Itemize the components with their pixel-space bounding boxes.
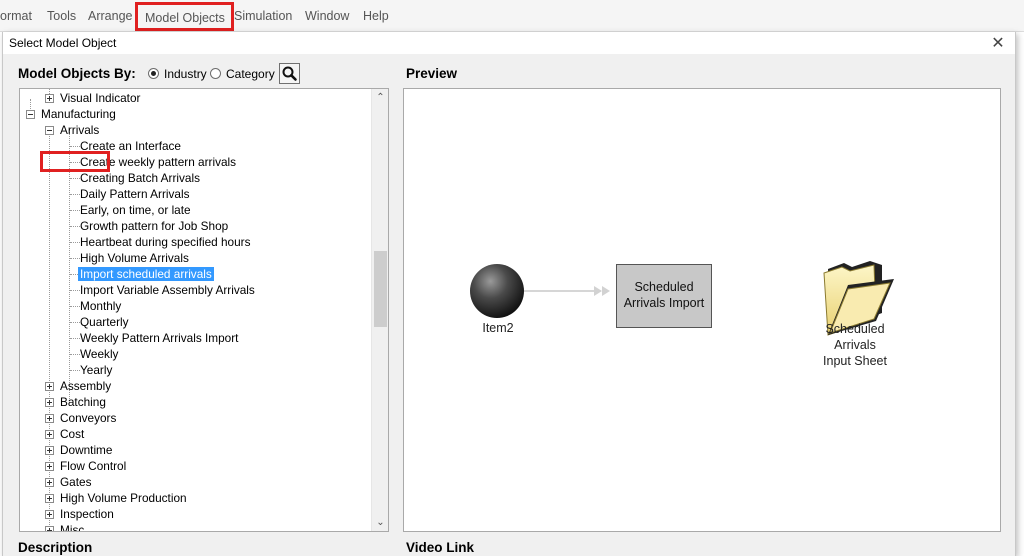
model-object-tree[interactable]: Visual Indicator Manufacturing Arrivals … <box>19 88 389 532</box>
tree-item-arrival-selected[interactable]: Import scheduled arrivals <box>78 266 214 282</box>
expand-batching-icon[interactable] <box>45 398 54 407</box>
menu-bar: ormat Tools Arrange Model Objects Simula… <box>0 0 1024 32</box>
expand-gates-icon[interactable] <box>45 478 54 487</box>
tree-connector <box>70 290 80 291</box>
collapse-manufacturing-icon[interactable] <box>26 110 35 119</box>
tree-item-arrival[interactable]: Monthly <box>80 298 121 314</box>
expand-cost-icon[interactable] <box>45 430 54 439</box>
menu-window[interactable]: Window <box>305 9 349 23</box>
scroll-thumb[interactable] <box>374 251 387 327</box>
collapse-arrivals-icon[interactable] <box>45 126 54 135</box>
tree-connector <box>70 354 80 355</box>
tree-item-gates[interactable]: Gates <box>60 474 91 490</box>
scheduled-arrivals-import-label: Scheduled Arrivals Import <box>617 279 711 311</box>
folder-label-line1: Scheduled <box>825 322 885 336</box>
arrivals-highlight-box <box>40 151 110 172</box>
search-icon <box>282 66 297 81</box>
menu-help[interactable]: Help <box>363 9 389 23</box>
tree-item-high-volume-production[interactable]: High Volume Production <box>60 490 187 506</box>
tree-item-arrival[interactable]: Early, on time, or late <box>80 202 191 218</box>
item2-label: Item2 <box>482 321 514 335</box>
search-button[interactable] <box>279 63 300 84</box>
category-radio-label[interactable]: Category <box>226 67 275 81</box>
scroll-down-icon[interactable]: ⌄ <box>372 514 388 531</box>
tree-connector <box>70 178 80 179</box>
model-objects-by-label: Model Objects By: <box>18 66 136 81</box>
dialog-titlebar: Select Model Object ✕ <box>3 32 1015 54</box>
tree-connector <box>70 194 80 195</box>
expand-assembly-icon[interactable] <box>45 382 54 391</box>
tree-connector <box>70 210 80 211</box>
tree-item-manufacturing[interactable]: Manufacturing <box>41 106 116 122</box>
tree-item-conveyors[interactable]: Conveyors <box>60 410 116 426</box>
scheduled-arrivals-import-block[interactable]: Scheduled Arrivals Import <box>616 264 712 328</box>
menu-model-objects[interactable]: Model Objects <box>135 2 234 31</box>
preview-heading: Preview <box>406 66 458 81</box>
select-model-object-dialog: Select Model Object ✕ Model Objects By: … <box>2 32 1016 556</box>
menu-format[interactable]: ormat <box>0 9 32 23</box>
video-link-heading: Video Link <box>406 540 475 555</box>
menu-tools[interactable]: Tools <box>47 9 76 23</box>
tree-item-flow-control[interactable]: Flow Control <box>60 458 126 474</box>
tree-item-arrival[interactable]: Daily Pattern Arrivals <box>80 186 189 202</box>
tree-connector <box>70 338 80 339</box>
tree-connector <box>70 258 80 259</box>
close-icon[interactable]: ✕ <box>989 33 1007 53</box>
tree-item-arrival[interactable]: Weekly <box>80 346 118 362</box>
tree-item-arrival[interactable]: Growth pattern for Job Shop <box>80 218 228 234</box>
tree-item-assembly[interactable]: Assembly <box>60 378 111 394</box>
tree-item-arrivals[interactable]: Arrivals <box>60 122 99 138</box>
tree-item-batching[interactable]: Batching <box>60 394 106 410</box>
tree-connector <box>70 146 80 147</box>
tree-item-arrival[interactable]: Yearly <box>80 362 112 378</box>
tree-scrollbar[interactable]: ⌃ ⌄ <box>371 89 388 531</box>
menu-arrange[interactable]: Arrange <box>88 9 132 23</box>
block-label-line1: Scheduled <box>634 280 694 294</box>
tree-item-misc[interactable]: Misc <box>60 522 84 531</box>
folder-label-line2: Arrivals <box>834 338 876 352</box>
tree-item-arrival[interactable]: High Volume Arrivals <box>80 250 189 266</box>
description-heading: Description <box>18 540 93 555</box>
tree-item-cost[interactable]: Cost <box>60 426 84 442</box>
tree-connector <box>70 242 80 243</box>
tree-connector <box>70 370 80 371</box>
menu-simulation[interactable]: Simulation <box>234 9 292 23</box>
scroll-up-icon[interactable]: ⌃ <box>372 89 388 106</box>
dialog-title: Select Model Object <box>9 36 117 50</box>
tree-item-arrival[interactable]: Weekly Pattern Arrivals Import <box>80 330 238 346</box>
tree-item-arrival[interactable]: Creating Batch Arrivals <box>80 170 200 186</box>
expand-misc-icon[interactable] <box>45 526 54 531</box>
expand-downtime-icon[interactable] <box>45 446 54 455</box>
expand-flow-control-icon[interactable] <box>45 462 54 471</box>
item-to-block-connector <box>524 286 610 296</box>
tree-connector <box>70 322 80 323</box>
item-sphere-icon[interactable] <box>470 264 524 318</box>
tree-item-visual-indicator[interactable]: Visual Indicator <box>60 90 140 106</box>
industry-radio-label[interactable]: Industry <box>164 67 207 81</box>
expand-conveyors-icon[interactable] <box>45 414 54 423</box>
expand-visual-indicator-icon[interactable] <box>45 94 54 103</box>
input-sheet-label: Scheduled Arrivals Input Sheet <box>807 321 903 369</box>
folder-label-line3: Input Sheet <box>823 354 887 368</box>
expand-inspection-icon[interactable] <box>45 510 54 519</box>
tree-item-arrival[interactable]: Heartbeat during specified hours <box>80 234 251 250</box>
tree-item-arrival[interactable]: Quarterly <box>80 314 129 330</box>
tree-item-arrival[interactable]: Import Variable Assembly Arrivals <box>80 282 255 298</box>
tree-item-downtime[interactable]: Downtime <box>60 442 112 458</box>
preview-panel: Item2 Scheduled Arrivals Import Schedule… <box>403 88 1001 532</box>
expand-high-volume-production-icon[interactable] <box>45 494 54 503</box>
tree-connector <box>70 306 80 307</box>
selected-item-text[interactable]: Import scheduled arrivals <box>78 267 214 281</box>
industry-radio[interactable] <box>148 68 159 79</box>
tree-connector <box>70 226 80 227</box>
block-label-line2: Arrivals Import <box>623 296 705 310</box>
category-radio[interactable] <box>210 68 221 79</box>
tree-item-inspection[interactable]: Inspection <box>60 506 114 522</box>
